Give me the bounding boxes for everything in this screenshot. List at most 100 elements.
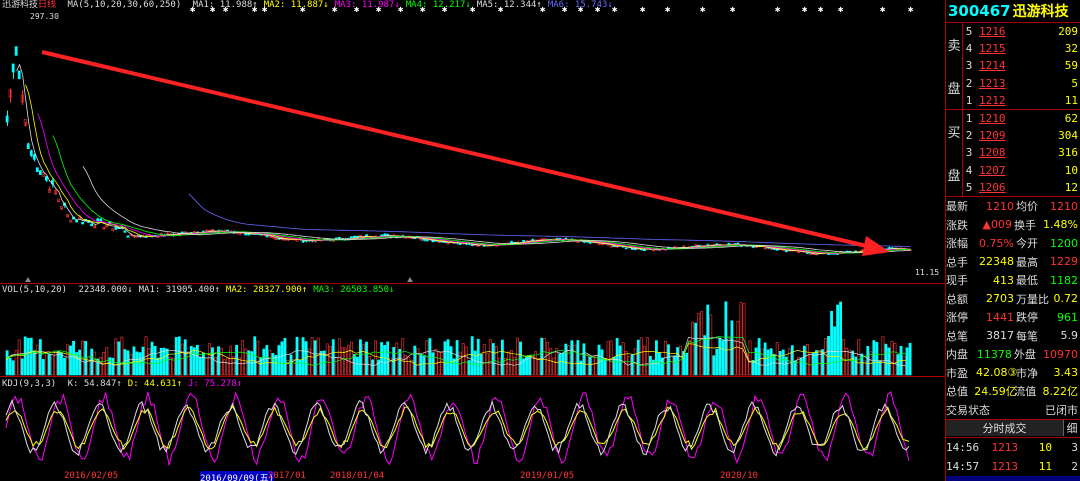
volume-bar [368, 356, 371, 376]
buy-order-book: 买盘 1 1210 62 2 1209 304 3 1208 316 4 1207 10 5 1206 12 [946, 109, 1080, 197]
candle [458, 243, 462, 245]
kdj-line [5, 391, 910, 466]
volume-bar [561, 352, 565, 376]
candle [44, 176, 48, 181]
volume-bar [5, 350, 9, 376]
volume-bar [866, 345, 870, 376]
date-axis: 2016/02/05 2016/09/09(五) 2017/01 2018/01/04… [0, 471, 945, 481]
candle [470, 244, 474, 246]
quote-value: 42.08③ [976, 366, 1018, 380]
trend-arrow [41, 50, 876, 250]
volume-bar [66, 344, 69, 376]
quote-label: 涨停 [946, 311, 968, 325]
volume-bar [721, 340, 725, 376]
volume-bar [211, 347, 214, 376]
candle [126, 235, 130, 238]
candle [81, 221, 85, 225]
volume-bar [497, 357, 501, 376]
volume-bar [449, 346, 453, 376]
candle [29, 150, 33, 156]
volume-bar [78, 349, 82, 376]
volume-bar [359, 339, 362, 376]
volume-bar [217, 346, 220, 376]
volume-bar [316, 337, 320, 376]
volume-bar [235, 344, 239, 376]
quote-value: 24.59亿 [974, 385, 1017, 399]
volume-bar [114, 338, 118, 376]
volume-bar [579, 360, 583, 376]
volume-bar [833, 326, 836, 376]
volume-bar [380, 342, 384, 376]
volume-bar [482, 344, 486, 376]
volume-bar [739, 302, 743, 376]
date-tick: 2016/09/09(五) [200, 471, 275, 481]
volume-bar [854, 356, 858, 376]
buy-order-row[interactable]: 3 1208 316 [963, 144, 1080, 161]
buy-order-row[interactable]: 1 1210 62 [963, 110, 1080, 127]
volume-bar [120, 336, 124, 376]
volume-bar [340, 347, 344, 376]
candle [123, 230, 127, 233]
volume-bar [805, 343, 809, 376]
volume-bar [437, 352, 441, 376]
sell-order-row[interactable]: 2 1213 5 [963, 75, 1080, 92]
candle [624, 247, 628, 250]
volume-bar [50, 354, 54, 376]
tick-row[interactable]: 15:001210↓41360 [946, 475, 1080, 481]
volume-bar [802, 345, 806, 376]
volume-bar [799, 357, 803, 376]
tick-time: 14:57 [946, 459, 980, 473]
level: 5 [965, 180, 973, 194]
volume-bar [93, 351, 97, 376]
quote-label: 总笔 [946, 329, 968, 343]
order-qty: 12 [1064, 180, 1078, 194]
volume-bar [645, 337, 649, 376]
buy-order-row[interactable]: 4 1207 10 [963, 162, 1080, 179]
quote-row: 涨幅 0.75% 今开 1200 [946, 234, 1080, 253]
volume-bar [470, 336, 474, 376]
volume-bar [132, 346, 136, 376]
volume-bar [836, 304, 840, 376]
volume-bar [842, 338, 846, 376]
detail-tab[interactable]: 细 [1063, 420, 1080, 437]
tick-price: 1213 [991, 459, 1019, 473]
sell-order-row[interactable]: 4 1215 32 [963, 40, 1080, 57]
volume-bar [715, 348, 719, 376]
quote-label: 现手 [946, 274, 968, 288]
volume-bar [371, 359, 374, 376]
volume-bar [712, 355, 716, 376]
quote-row: 内盘 11378 外盘 10970 [946, 345, 1080, 364]
quote-value: 3817 [986, 329, 1014, 343]
buy-order-row[interactable]: 2 1209 304 [963, 127, 1080, 144]
volume-bar [636, 339, 640, 376]
volume-bar [597, 344, 601, 376]
volume-bar [262, 348, 266, 376]
tick-row[interactable]: 14:56 1213 10 3 [946, 438, 1080, 457]
quote-label: 涨跌 [946, 218, 968, 232]
volume-bar [177, 336, 181, 376]
ticks-header[interactable]: 分时成交 细 [946, 418, 1080, 438]
volume-bar [271, 353, 275, 376]
volume-bar [872, 340, 876, 376]
tick-row[interactable]: 14:57 1213 11 2 [946, 457, 1080, 476]
order-qty: 11 [1064, 93, 1078, 107]
volume-bar [793, 360, 797, 376]
volume-bar [736, 321, 740, 376]
volume-bar [485, 353, 489, 376]
volume-bar [41, 359, 45, 376]
volume-bar [658, 352, 661, 376]
volume-bar [479, 354, 483, 376]
sell-order-row[interactable]: 5 1216 209 [963, 23, 1080, 40]
sell-order-row[interactable]: 3 1214 59 [963, 57, 1080, 74]
buy-order-row[interactable]: 5 1206 12 [963, 179, 1080, 196]
volume-bar [507, 351, 510, 376]
ticks-tab[interactable]: 分时成交 [946, 420, 1063, 437]
quote-value: 8.22亿 [1042, 385, 1079, 399]
volume-bar [510, 350, 513, 376]
candle [642, 249, 646, 252]
sell-order-row[interactable]: 1 1212 11 [963, 92, 1080, 109]
kline-chart-area[interactable]: 迅游科技日线 MA(5,10,20,30,60,250) MA1: 11.988… [0, 0, 945, 481]
volume-bar [241, 340, 245, 376]
volume-bar [760, 348, 764, 376]
volume-bar [567, 345, 571, 376]
